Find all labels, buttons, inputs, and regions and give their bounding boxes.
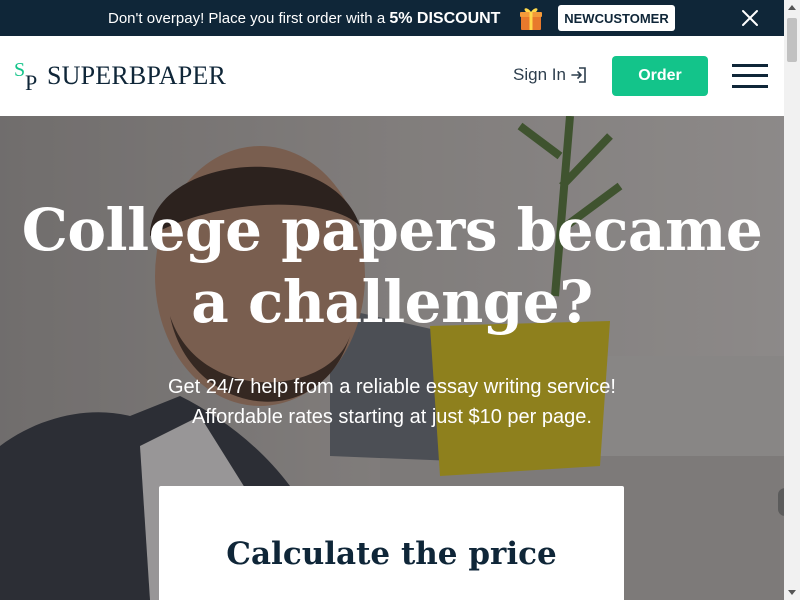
promo-text: Don't overpay! Place you first order wit… xyxy=(108,10,500,28)
scroll-up-arrow-icon[interactable] xyxy=(784,0,800,16)
hero-title: College papers became a challenge? xyxy=(0,194,784,338)
promo-bar: Don't overpay! Place you first order wit… xyxy=(0,0,784,36)
close-icon[interactable] xyxy=(741,9,759,27)
price-calculator-card: Calculate the price xyxy=(159,486,624,600)
hero-section: College papers became a challenge? Get 2… xyxy=(0,116,784,600)
scroll-down-arrow-icon[interactable] xyxy=(784,584,800,600)
hero-title-line-1: College papers became xyxy=(21,196,763,264)
hamburger-menu-icon[interactable] xyxy=(732,64,768,88)
logo-icon[interactable]: S P xyxy=(13,58,43,94)
sign-in-link[interactable]: Sign In xyxy=(513,65,588,85)
page-scrollbar[interactable] xyxy=(784,0,800,600)
scroll-thumb[interactable] xyxy=(787,18,797,62)
svg-text:P: P xyxy=(25,70,37,94)
promo-code-badge[interactable]: NEWCUSTOMER xyxy=(558,5,675,31)
site-header: S P SUPERBPAPER Sign In Order xyxy=(0,36,784,116)
hero-title-line-2: a challenge? xyxy=(191,268,593,336)
hero-subtitle-line-1: Get 24/7 help from a reliable essay writ… xyxy=(168,376,616,398)
hero-subtitle-line-2: Affordable rates starting at just $10 pe… xyxy=(192,406,592,428)
svg-text:S: S xyxy=(14,59,25,81)
promo-discount: 5% DISCOUNT xyxy=(389,10,501,27)
logo-text[interactable]: SUPERBPAPER xyxy=(47,61,226,91)
order-button[interactable]: Order xyxy=(612,56,708,96)
hero-subtitle: Get 24/7 help from a reliable essay writ… xyxy=(0,372,784,432)
sign-in-label: Sign In xyxy=(513,65,566,84)
promo-message: Don't overpay! Place you first order wit… xyxy=(108,10,390,27)
gift-icon xyxy=(520,8,542,30)
sign-in-icon xyxy=(571,67,586,83)
calculator-title: Calculate the price xyxy=(226,536,557,572)
